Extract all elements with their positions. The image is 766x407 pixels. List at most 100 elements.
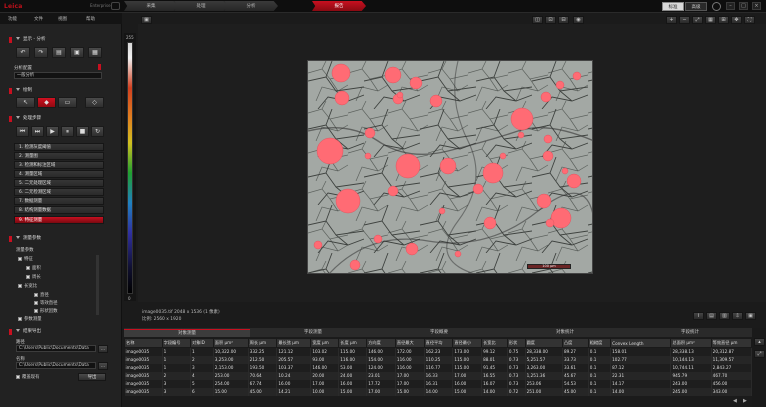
analysis-config-select[interactable]: 一般分析: [14, 72, 102, 79]
column-header[interactable]: 名称: [124, 338, 163, 348]
export-name-field[interactable]: C:\Users\Public\Documents\Data: [16, 362, 96, 369]
section-display[interactable]: 显示 - 分析: [16, 36, 120, 44]
settings-icon[interactable]: [712, 2, 721, 11]
tree-item[interactable]: 直径: [34, 292, 49, 298]
column-header[interactable]: 等效直径 μm: [710, 338, 753, 348]
table-row[interactable]: image0035 1 2 3,253.00 212.50 205.57 93.00 116.…: [124, 355, 753, 364]
save-icon[interactable]: ▦: [88, 47, 102, 58]
column-header[interactable]: 最长弦 μm: [276, 338, 312, 348]
intensity-colorbar[interactable]: [127, 42, 133, 294]
pointer-icon[interactable]: ↖: [16, 97, 35, 108]
step-item[interactable]: 4. 测量区域: [14, 170, 104, 178]
ruler-icon[interactable]: ⊞: [718, 16, 729, 24]
column-header[interactable]: 直径最小: [452, 338, 483, 348]
play-icon[interactable]: ▶: [46, 126, 59, 137]
table-row[interactable]: image0035 1 3 2,153.00 193.50 103.37 146.00 53.…: [124, 363, 753, 372]
advanced-mode-button[interactable]: 高级: [685, 2, 707, 11]
tab-field-stats[interactable]: 字段统计: [628, 329, 752, 337]
column-header[interactable]: Convex Length: [610, 338, 672, 348]
tab-field-summary[interactable]: 字段概要: [376, 329, 502, 337]
table-row[interactable]: image0035 3 6 15.00 45.00 14.21 10.00 15.00 17.0…: [124, 387, 753, 396]
step-item[interactable]: 7. 数据测量: [14, 197, 104, 205]
tree-item[interactable]: 形状因数: [34, 308, 58, 314]
browse-button[interactable]: …: [98, 345, 108, 353]
camera-icon[interactable]: ◉: [573, 16, 584, 24]
compare-icon[interactable]: ◫: [532, 16, 543, 24]
column-header[interactable]: 周长 μm: [247, 338, 278, 348]
menu-help[interactable]: 帮助: [86, 16, 95, 22]
column-header[interactable]: 面积 μm²: [212, 338, 249, 348]
column-header[interactable]: 直径最大: [394, 338, 425, 348]
pan-icon[interactable]: ✥: [731, 16, 742, 24]
section-measure-params[interactable]: 测量参数: [16, 235, 120, 243]
sort-icon[interactable]: ▴: [754, 338, 765, 346]
step-forward-icon[interactable]: ⏭: [31, 126, 44, 137]
tree-item[interactable]: 长宽比: [18, 283, 37, 289]
maximize-icon[interactable]: □: [739, 2, 748, 10]
scroll-right-icon[interactable]: ▶: [743, 398, 747, 404]
micrograph-image[interactable]: [307, 60, 593, 274]
column-header[interactable]: 直径平均: [423, 338, 454, 348]
loop-icon[interactable]: ↻: [91, 126, 104, 137]
menu-view[interactable]: 视图: [58, 16, 67, 22]
export-path-field[interactable]: C:\Users\Public\Documents\Data: [16, 345, 96, 352]
close-icon[interactable]: ×: [752, 2, 761, 10]
section-steps[interactable]: 处理步骤: [16, 115, 120, 123]
tree-item[interactable]: 等效直径: [34, 300, 58, 306]
tab-object-measure[interactable]: 对象测量: [124, 329, 250, 337]
export-icon[interactable]: ⇩: [732, 312, 743, 320]
first-step-icon[interactable]: ⏮: [16, 126, 29, 137]
step-item[interactable]: 5. 二元处理区域: [14, 179, 104, 187]
zoom-out-icon[interactable]: −: [679, 16, 690, 24]
section-draw[interactable]: 绘制: [16, 87, 120, 95]
step-item[interactable]: 1. 检测灰度阈值: [14, 143, 104, 151]
info-icon[interactable]: i: [693, 312, 704, 320]
results-table[interactable]: 名称 字段编号 对象ID 面积 μm² 周长 μm 最长弦 μm 宽度 μm 长度 μm 方向度…: [124, 338, 753, 396]
stop-icon[interactable]: ■: [76, 126, 89, 137]
tree-item[interactable]: 参数测量: [18, 316, 42, 322]
pause-icon[interactable]: ⏸: [61, 126, 74, 137]
column-header[interactable]: 长宽比: [481, 338, 508, 348]
step-item[interactable]: 3. 检测和标注区域: [14, 161, 104, 169]
column-header[interactable]: 方向度: [366, 338, 396, 348]
table-row[interactable]: image0035 2 4 253.00 70.64 10.24 20.00 24.00 23.…: [124, 371, 753, 380]
fullscreen-icon[interactable]: ⛶: [744, 16, 755, 24]
panel-toggle-icon[interactable]: ▣: [745, 312, 756, 320]
column-header[interactable]: 总面积 μm²: [670, 338, 712, 348]
export-button[interactable]: 导出: [78, 373, 106, 381]
split-icon[interactable]: ⊟: [558, 16, 569, 24]
step-item[interactable]: 2. 测量图: [14, 152, 104, 160]
tree-item[interactable]: 面积: [26, 265, 41, 271]
section-export[interactable]: 结果导出: [16, 328, 120, 336]
workflow-step-acquire[interactable]: 采集: [124, 1, 178, 11]
table-row[interactable]: image0035 3 5 254.00 67.74 16.00 17.00 16.00 17.…: [124, 379, 753, 388]
table-icon[interactable]: ▤: [706, 312, 717, 320]
layout-icon[interactable]: ▣: [141, 16, 152, 24]
polygon-icon[interactable]: ◆: [37, 97, 56, 108]
tree-scrollbar[interactable]: [96, 255, 99, 315]
tab-object-stats[interactable]: 对象统计: [502, 329, 628, 337]
image-icon[interactable]: ▣: [70, 47, 84, 58]
tree-item[interactable]: 周长: [26, 274, 41, 280]
zoom-fit-icon[interactable]: ⤢: [692, 16, 703, 24]
tree-item[interactable]: 特征: [18, 256, 33, 262]
menu-file[interactable]: 文件: [34, 16, 43, 22]
standard-mode-button[interactable]: 标准: [662, 2, 684, 11]
grid-icon[interactable]: ▦: [705, 16, 716, 24]
column-header[interactable]: 形状: [506, 338, 526, 348]
column-header[interactable]: 字段编号: [161, 338, 192, 348]
rectangle-icon[interactable]: ▭: [58, 97, 77, 108]
table-row[interactable]: image0035 1 1 10,322.00 332.25 121.12 103.02 11…: [124, 347, 753, 356]
expand-icon[interactable]: ⤢: [754, 350, 765, 358]
scroll-left-icon[interactable]: ◀: [733, 398, 737, 404]
column-header[interactable]: 圆度: [524, 338, 563, 348]
step-item[interactable]: 8. 结构测量数据: [14, 206, 104, 214]
workflow-step-process[interactable]: 处理: [174, 1, 228, 11]
step-item[interactable]: 6. 二元检测区域: [14, 188, 104, 196]
collapse-button[interactable]: [111, 2, 120, 10]
chart-icon[interactable]: ▥: [719, 312, 730, 320]
menu-function[interactable]: 功能: [8, 16, 17, 22]
browse-button[interactable]: …: [98, 362, 108, 370]
workflow-step-report[interactable]: 报告: [312, 1, 366, 11]
column-header[interactable]: 粗糙度: [587, 338, 612, 348]
